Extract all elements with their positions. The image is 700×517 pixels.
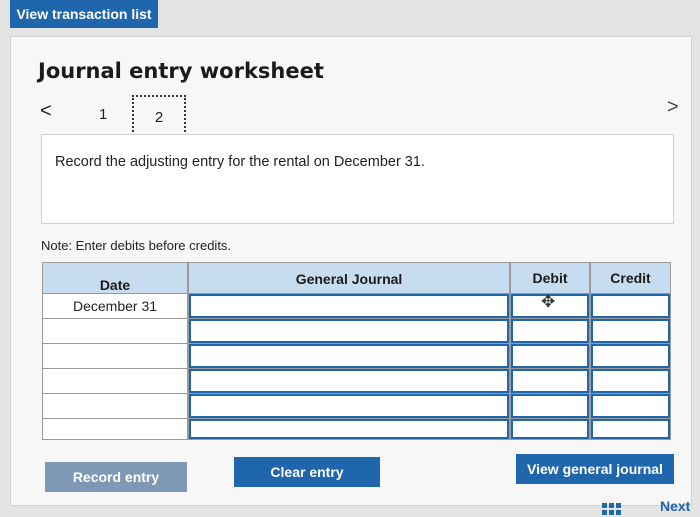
debit-input[interactable] [511,419,589,439]
next-button[interactable]: Next [660,498,690,514]
credit-input[interactable] [591,419,670,439]
view-transaction-list-button[interactable]: View transaction list [10,0,158,28]
page-title: Journal entry worksheet [38,59,324,83]
date-cell[interactable]: December 31 [43,294,187,318]
page-tab-1[interactable]: 1 [99,106,107,123]
credit-input[interactable] [591,344,670,368]
move-cursor-icon: ✥ [541,292,556,311]
grid-menu-icon[interactable] [602,503,622,515]
chevron-right-icon[interactable]: > [667,96,679,119]
credit-input[interactable] [591,394,670,418]
debit-input[interactable] [511,394,589,418]
column-header-debit: Debit [511,263,589,293]
account-input[interactable] [189,419,509,439]
page-tab-2[interactable]: 2 [132,95,186,139]
instruction-text: Record the adjusting entry for the renta… [55,154,425,170]
date-cell[interactable] [43,369,187,393]
clear-entry-button[interactable]: Clear entry [234,457,380,487]
debit-input[interactable] [511,319,589,343]
column-header-credit: Credit [591,263,670,293]
account-input[interactable] [189,344,509,368]
account-input[interactable] [189,294,509,318]
instruction-box: Record the adjusting entry for the renta… [41,134,674,224]
date-cell[interactable] [43,319,187,343]
record-entry-button[interactable]: Record entry [45,462,187,492]
credit-input[interactable] [591,294,670,318]
journal-table: Date General Journal Debit Credit Decemb… [42,262,671,440]
credit-input[interactable] [591,319,670,343]
account-input[interactable] [189,369,509,393]
date-cell[interactable] [43,394,187,418]
column-header-date: Date [43,263,187,293]
date-cell[interactable] [43,344,187,368]
note-text: Note: Enter debits before credits. [41,238,232,253]
credit-input[interactable] [591,369,670,393]
account-input[interactable] [189,319,509,343]
column-header-general-journal: General Journal [189,263,509,293]
date-cell[interactable] [43,419,187,439]
view-general-journal-button[interactable]: View general journal [516,454,674,484]
chevron-left-icon[interactable]: < [40,100,52,123]
account-input[interactable] [189,394,509,418]
debit-input[interactable] [511,369,589,393]
debit-input[interactable] [511,344,589,368]
